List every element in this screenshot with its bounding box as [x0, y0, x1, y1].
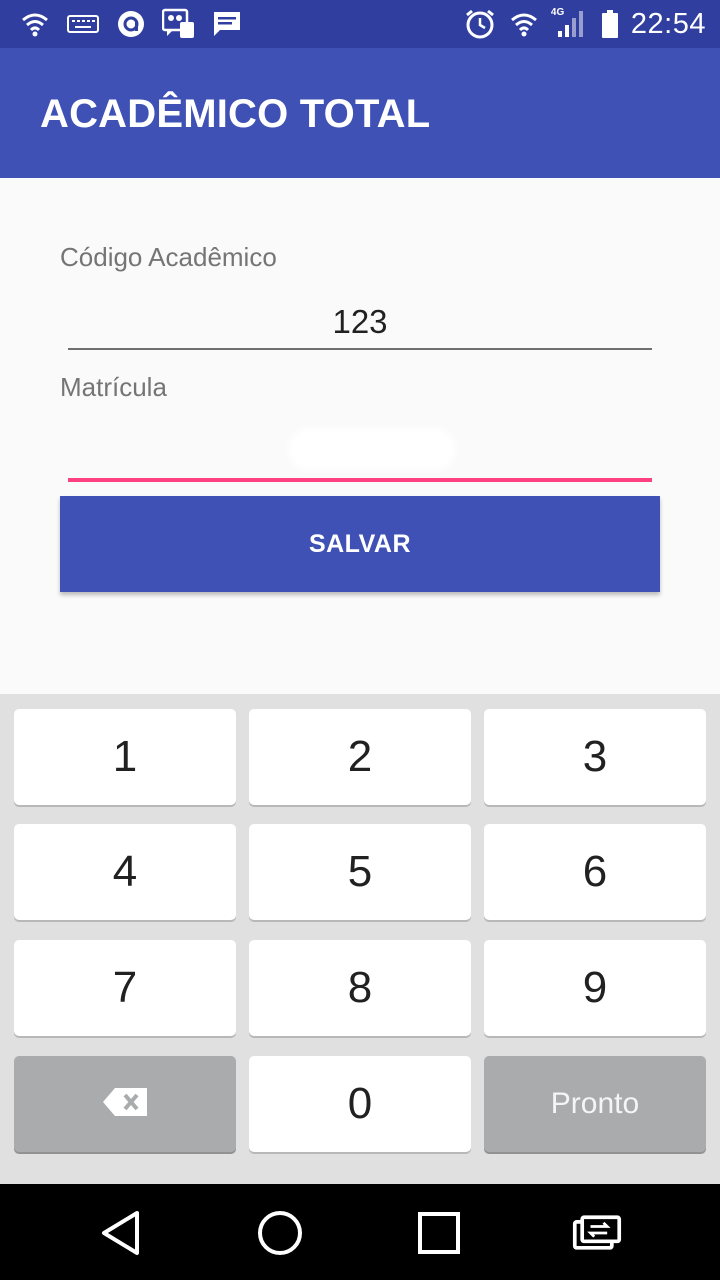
key-7[interactable]: 7 — [14, 940, 236, 1036]
codigo-academico-field[interactable]: 123 — [68, 303, 652, 341]
backspace-key[interactable] — [14, 1056, 236, 1152]
circle-app-icon — [114, 7, 148, 41]
network-type-label: 4G — [550, 7, 565, 18]
done-key-label: Pronto — [550, 1087, 640, 1120]
key-2[interactable]: 2 — [249, 709, 471, 805]
key-4[interactable]: 4 — [14, 824, 236, 920]
app-bar: ACADÊMICO TOTAL — [0, 48, 720, 178]
matricula-underline — [68, 478, 652, 482]
notification-badge-icon — [162, 7, 196, 41]
status-bar: 4G 22:54 — [0, 0, 720, 48]
back-icon[interactable] — [96, 1208, 146, 1258]
key-3[interactable]: 3 — [484, 709, 706, 805]
alarm-icon — [463, 7, 497, 41]
message-icon — [210, 7, 244, 41]
backspace-icon — [101, 1079, 149, 1129]
screen-switch-icon[interactable] — [572, 1208, 622, 1258]
key-6[interactable]: 6 — [484, 824, 706, 920]
battery-icon — [599, 7, 621, 41]
codigo-academico-label: Código Acadêmico — [60, 242, 277, 272]
key-1[interactable]: 1 — [14, 709, 236, 805]
navigation-bar — [0, 1184, 720, 1280]
key-8[interactable]: 8 — [249, 940, 471, 1036]
numeric-keyboard: 1 2 3 4 5 6 7 8 9 0 Pronto — [0, 694, 720, 1184]
wifi-icon — [507, 7, 541, 41]
done-key[interactable]: Pronto — [484, 1056, 706, 1152]
app-title: ACADÊMICO TOTAL — [40, 92, 431, 136]
status-time: 22:54 — [630, 7, 706, 40]
recents-icon[interactable] — [414, 1208, 464, 1258]
key-5[interactable]: 5 — [249, 824, 471, 920]
matricula-label: Matrícula — [60, 372, 167, 402]
save-button[interactable]: SALVAR — [60, 496, 660, 592]
keyboard-icon — [66, 7, 100, 41]
key-0[interactable]: 0 — [249, 1056, 471, 1152]
home-icon[interactable] — [255, 1208, 305, 1258]
wifi-icon — [18, 7, 52, 41]
redacted-value — [292, 432, 452, 466]
codigo-academico-underline — [68, 348, 652, 350]
signal-icon: 4G — [551, 7, 589, 41]
key-9[interactable]: 9 — [484, 940, 706, 1036]
